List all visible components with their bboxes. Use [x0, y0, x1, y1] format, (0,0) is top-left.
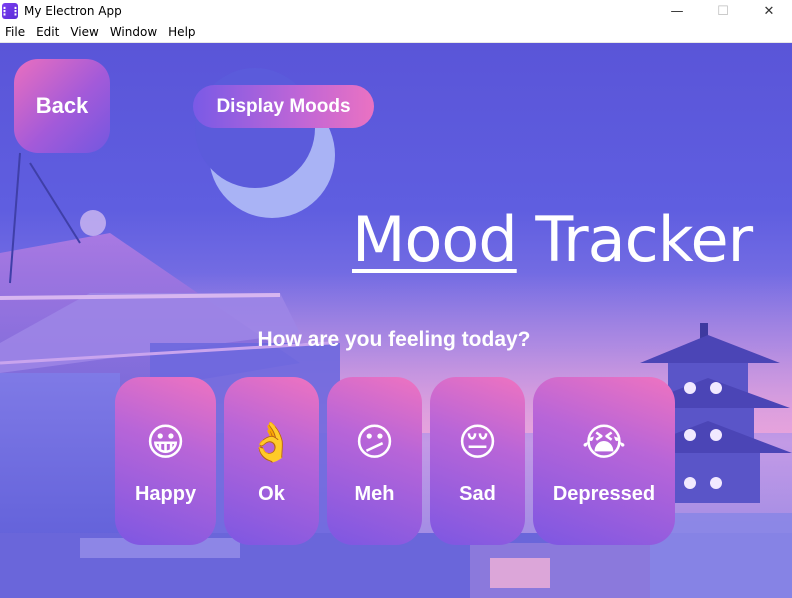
menu-edit[interactable]: Edit [31, 25, 65, 39]
grinning-face-icon: 😀 [145, 420, 186, 464]
mood-button-happy[interactable]: 😀 Happy [115, 377, 216, 545]
menu-bar: File Edit View Window Help [0, 22, 792, 43]
app-icon: ⋮⋮ [0, 3, 21, 19]
minimize-button[interactable]: — [654, 0, 700, 22]
title-mood: Mood [352, 203, 518, 276]
confused-face-icon: 😕 [354, 420, 395, 464]
mood-label: Happy [134, 483, 197, 505]
app-content: Back Display Moods Mood Tracker How are … [0, 43, 792, 598]
menu-view[interactable]: View [65, 25, 104, 39]
mood-button-depressed[interactable]: 😭 Depressed [533, 377, 675, 545]
mood-label: Depressed [552, 483, 656, 505]
window-title: My Electron App [24, 4, 122, 18]
menu-window[interactable]: Window [105, 25, 163, 39]
mood-prompt: How are you feeling today? [257, 328, 531, 351]
mood-button-meh[interactable]: 😕 Meh [327, 377, 422, 545]
mood-label: Sad [459, 483, 496, 505]
display-moods-button[interactable]: Display Moods [193, 85, 374, 128]
window-titlebar: ⋮⋮ My Electron App — ☐ ✕ [0, 0, 792, 22]
mood-label: Ok [258, 483, 285, 505]
mood-button-sad[interactable]: 😔 Sad [430, 377, 525, 545]
window-controls: — ☐ ✕ [654, 0, 792, 22]
maximize-button[interactable]: ☐ [700, 0, 746, 22]
back-button[interactable]: Back [14, 59, 110, 153]
mood-button-ok[interactable]: 👌 Ok [224, 377, 319, 545]
ok-hand-icon: 👌 [247, 420, 296, 464]
close-button[interactable]: ✕ [746, 0, 792, 22]
mood-label: Meh [354, 483, 395, 505]
menu-file[interactable]: File [0, 25, 31, 39]
title-tracker: Tracker [516, 203, 753, 276]
crying-face-icon: 😭 [581, 420, 627, 464]
pensive-face-icon: 😔 [457, 420, 498, 464]
menu-help[interactable]: Help [163, 25, 201, 39]
page-title: Mood Tracker [352, 203, 753, 276]
